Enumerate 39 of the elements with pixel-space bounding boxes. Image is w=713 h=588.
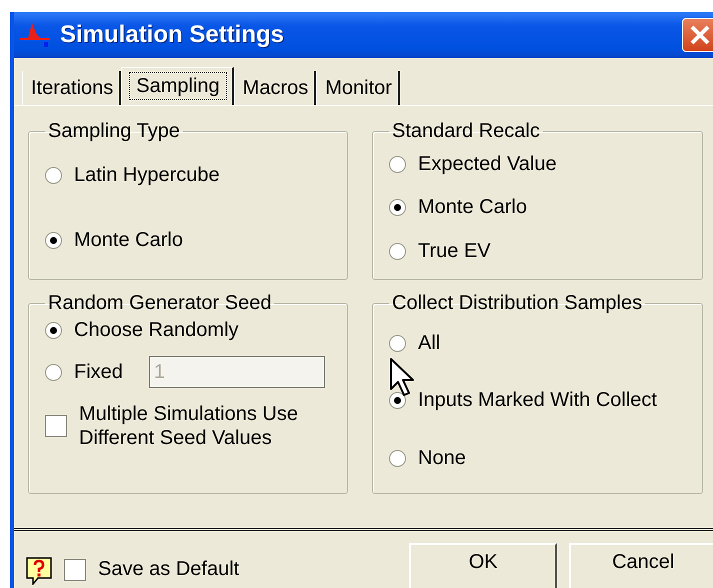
checkbox-label: Save as Default <box>98 558 240 581</box>
group-title: Sampling Type <box>47 120 181 143</box>
radio-button[interactable] <box>45 364 62 380</box>
option-label: Latin Hypercube <box>74 164 220 187</box>
option-label: None <box>418 446 466 470</box>
radio-button[interactable] <box>389 450 406 467</box>
radio-button[interactable] <box>45 322 62 339</box>
window-title: Simulation Settings <box>60 21 284 49</box>
option-label: Monte Carlo <box>74 229 183 252</box>
option-label: Monte Carlo <box>418 196 527 220</box>
radio-button[interactable] <box>389 392 406 410</box>
group-title: Random Generator Seed <box>47 292 272 315</box>
checkbox[interactable] <box>45 415 67 437</box>
tab[interactable]: Macros <box>234 71 316 105</box>
radio-button[interactable] <box>45 167 62 184</box>
close-icon <box>689 24 711 46</box>
radio-button[interactable] <box>389 242 406 260</box>
ok-button[interactable]: OK <box>409 543 558 588</box>
option-label: Choose Randomly <box>74 319 239 342</box>
mouse-cursor-icon <box>389 357 415 397</box>
option-label: Expected Value <box>418 153 557 176</box>
option-label: Fixed <box>74 360 123 384</box>
option-label: Multiple Simulations Use Different Seed Values <box>79 402 299 450</box>
radio-button[interactable] <box>389 335 406 352</box>
option-label: All <box>418 332 440 356</box>
group-title: Standard Recalc <box>391 120 541 143</box>
cancel-button[interactable]: Cancel <box>569 543 713 588</box>
group-title: Collect Distribution Samples <box>391 292 644 315</box>
option-label: Inputs Marked With Collect <box>418 389 657 412</box>
tab[interactable]: Sampling <box>121 67 234 105</box>
radio-button[interactable] <box>389 199 406 216</box>
close-button[interactable] <box>682 18 713 52</box>
radio-button[interactable] <box>389 156 406 174</box>
tab[interactable]: Iterations <box>22 71 122 105</box>
option-label: True EV <box>418 240 491 263</box>
help-icon[interactable] <box>26 557 52 585</box>
checkbox[interactable] <box>64 559 86 581</box>
radio-button[interactable] <box>45 232 62 249</box>
tab[interactable]: Monitor <box>316 71 400 105</box>
